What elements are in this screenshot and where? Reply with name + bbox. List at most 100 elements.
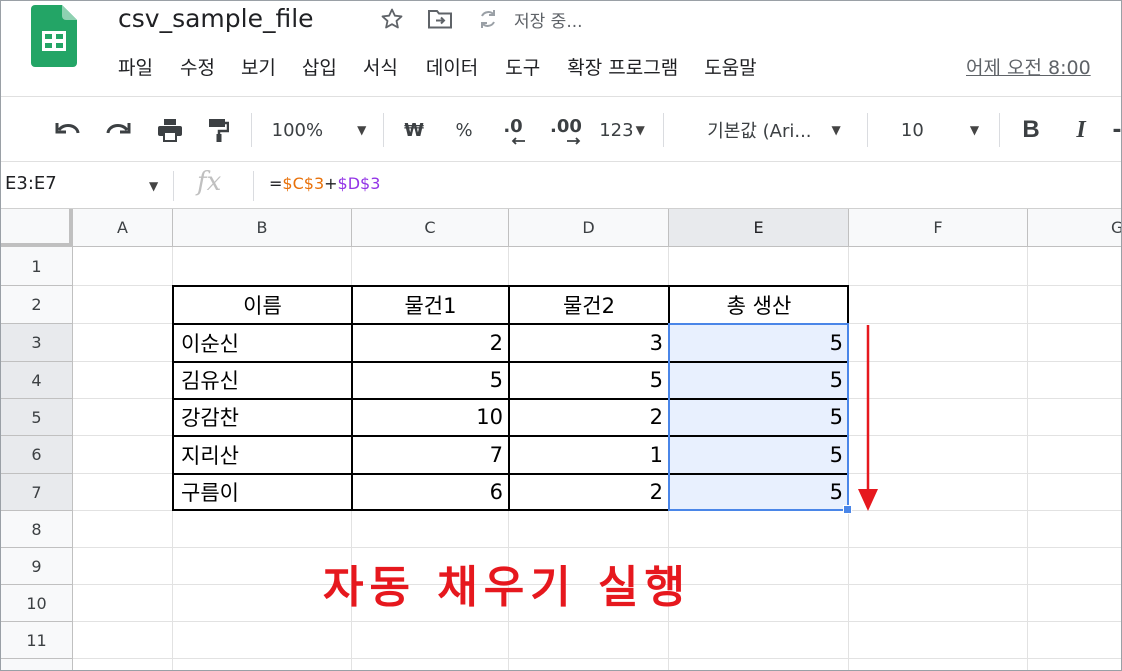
table-cell-item1[interactable]: 6 — [352, 474, 509, 510]
table-cell-name[interactable]: 이순신 — [173, 324, 352, 361]
table-cell-total[interactable]: 5 — [669, 324, 849, 361]
menu-help[interactable]: 도움말 — [704, 53, 756, 80]
column-header[interactable]: D — [509, 209, 669, 247]
column-header[interactable]: B — [173, 209, 352, 247]
table-cell-item1[interactable]: 5 — [352, 362, 509, 398]
row-header-selected[interactable]: 5 — [1, 399, 73, 436]
last-edit-link[interactable]: 어제 오전 8:00 — [966, 53, 1091, 80]
strikethrough-icon[interactable]: - — [1111, 97, 1121, 163]
row-header[interactable]: 11 — [1, 622, 73, 659]
print-icon[interactable] — [151, 97, 189, 163]
more-formats-label: 123 — [599, 119, 634, 141]
column-header[interactable]: A — [73, 209, 173, 247]
chevron-down-icon[interactable]: ▼ — [149, 179, 158, 193]
increase-decimal-label: .00 — [550, 115, 582, 137]
menu-edit[interactable]: 수정 — [180, 53, 215, 80]
row-header-selected[interactable]: 4 — [1, 362, 73, 399]
table-cell-total[interactable]: 5 — [669, 399, 849, 435]
row-header[interactable] — [1, 659, 73, 670]
table-header-cell[interactable]: 이름 — [173, 286, 352, 323]
formula-bar: E3:E7 ▼ fx =$C$3+$D$3 — [1, 163, 1121, 209]
select-all-corner[interactable] — [1, 209, 73, 247]
formula-equals: = — [269, 174, 283, 193]
table-cell-name[interactable]: 김유신 — [173, 362, 352, 398]
chevron-down-icon: ▼ — [635, 123, 645, 137]
paint-format-icon[interactable] — [199, 97, 237, 163]
menu-extensions[interactable]: 확장 프로그램 — [567, 53, 678, 80]
chevron-down-icon: ▼ — [969, 123, 980, 137]
annotation-label: 자동 채우기 실행 — [323, 562, 691, 613]
chevron-down-icon: ▼ — [831, 123, 841, 137]
menu-format[interactable]: 서식 — [363, 53, 398, 80]
row-header-selected[interactable]: 6 — [1, 436, 73, 474]
font-select[interactable]: 기본값 (Ari... ▼ — [693, 97, 855, 163]
move-to-folder-icon[interactable] — [426, 5, 454, 33]
formula-ref-c3: $C$3 — [282, 174, 325, 193]
currency-format-button[interactable]: ₩ — [399, 97, 429, 163]
formula-input[interactable]: =$C$3+$D$3 — [269, 174, 380, 193]
table-cell-item2[interactable]: 1 — [509, 436, 669, 473]
menu-tools[interactable]: 도구 — [505, 53, 540, 80]
font-size-value: 10 — [900, 119, 924, 141]
chevron-down-icon: ▼ — [357, 123, 367, 137]
fill-handle[interactable] — [843, 505, 852, 514]
table-cell-item2[interactable]: 5 — [509, 362, 669, 398]
formula-ref-d3: $D$3 — [337, 174, 381, 193]
decrease-decimal-button[interactable]: .0 — [493, 97, 533, 163]
table-cell-item1[interactable]: 7 — [352, 436, 509, 473]
menu-data[interactable]: 데이터 — [426, 53, 478, 80]
table-cell-total[interactable]: 5 — [669, 436, 849, 473]
table-cell-total[interactable]: 5 — [669, 362, 849, 398]
column-header-selected[interactable]: E — [669, 209, 849, 247]
redo-icon[interactable] — [99, 97, 137, 163]
save-status: 저장 중... — [514, 11, 583, 32]
table-header-cell[interactable]: 총 생산 — [669, 286, 849, 323]
table-header-cell[interactable]: 물건2 — [509, 286, 669, 323]
percent-format-button[interactable]: % — [449, 97, 479, 163]
zoom-select[interactable]: 100% ▼ — [263, 97, 375, 163]
column-header[interactable]: G — [1028, 209, 1121, 247]
menu-file[interactable]: 파일 — [118, 53, 153, 80]
more-formats-button[interactable]: 123 ▼ — [593, 97, 651, 163]
row-header-selected[interactable]: 7 — [1, 474, 73, 511]
row-header[interactable]: 9 — [1, 548, 73, 585]
table-cell-item1[interactable]: 10 — [352, 399, 509, 435]
row-header[interactable]: 8 — [1, 511, 73, 548]
column-header[interactable]: C — [352, 209, 509, 247]
name-box[interactable]: E3:E7 — [5, 173, 57, 194]
table-cell-name[interactable]: 구름이 — [173, 474, 352, 510]
table-header-cell[interactable]: 물건1 — [352, 286, 509, 323]
font-value: 기본값 (Ari... — [707, 121, 812, 142]
column-header[interactable]: F — [849, 209, 1028, 247]
table-cell-name[interactable]: 지리산 — [173, 436, 352, 473]
undo-icon[interactable] — [49, 97, 87, 163]
table-cell-name[interactable]: 강감찬 — [173, 399, 352, 435]
row-header[interactable]: 1 — [1, 247, 73, 286]
toolbar: 100% ▼ ₩ % .0 .00 123 ▼ 기본값 (Ari... ▼ 10… — [1, 96, 1121, 163]
sheets-logo-icon[interactable] — [31, 5, 77, 67]
row-header-selected[interactable]: 3 — [1, 324, 73, 362]
table-cell-item2[interactable]: 2 — [509, 474, 669, 510]
sync-icon — [474, 5, 502, 33]
spreadsheet-window: csv_sample_file 저장 중... 파일 수정 보기 삽입 서식 데… — [0, 0, 1122, 671]
table-cell-total[interactable]: 5 — [669, 474, 849, 510]
arrow-down-icon — [856, 325, 880, 515]
italic-button[interactable]: I — [1065, 97, 1097, 163]
font-size-select[interactable]: 10 ▼ — [891, 97, 989, 163]
table-cell-item1[interactable]: 2 — [352, 324, 509, 361]
menu-insert[interactable]: 삽입 — [302, 53, 337, 80]
table-cell-item2[interactable]: 2 — [509, 399, 669, 435]
decrease-decimal-label: .0 — [503, 115, 523, 137]
star-icon[interactable] — [378, 5, 406, 33]
formula-operator: + — [324, 174, 338, 193]
bold-button[interactable]: B — [1015, 97, 1047, 163]
menu-bar: 파일 수정 보기 삽입 서식 데이터 도구 확장 프로그램 도움말 — [118, 53, 757, 80]
increase-decimal-button[interactable]: .00 — [545, 97, 587, 163]
row-header[interactable]: 2 — [1, 286, 73, 324]
menu-view[interactable]: 보기 — [241, 53, 276, 80]
document-title[interactable]: csv_sample_file — [118, 4, 314, 33]
table-cell-item2[interactable]: 3 — [509, 324, 669, 361]
fx-icon: fx — [197, 167, 222, 197]
row-header[interactable]: 10 — [1, 585, 73, 622]
zoom-value: 100% — [271, 119, 324, 141]
